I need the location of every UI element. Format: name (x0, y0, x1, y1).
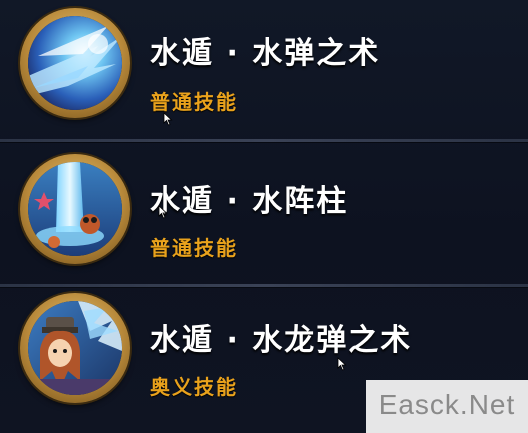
skill-row-water-bullet[interactable]: 水遁 · 水弹之术 普通技能 (0, 0, 528, 140)
watermark-text: Easck.Net (378, 389, 516, 420)
skill-name: 水遁 · 水弹之术 (150, 36, 381, 71)
skill-type-label: 普通技能 (150, 90, 238, 114)
mouse-cursor-icon (158, 205, 168, 219)
mouse-cursor-icon (337, 357, 347, 371)
skill-type-label: 奥义技能 (150, 375, 238, 399)
skill-name: 水遁 · 水阵柱 (150, 184, 349, 219)
site-watermark: Easck.Net (366, 380, 528, 433)
skill-icon-frame[interactable] (20, 293, 130, 403)
water-pillar-icon (28, 162, 122, 256)
mouse-cursor-icon (163, 112, 173, 126)
skill-icon-frame[interactable] (20, 8, 130, 118)
skill-icon-frame[interactable] (20, 154, 130, 264)
skill-row-water-pillar[interactable]: 水遁 · 水阵柱 普通技能 (0, 142, 528, 282)
skill-type-label: 普通技能 (150, 236, 238, 260)
water-dragon-icon (28, 301, 122, 395)
skill-name: 水遁 · 水龙弹之术 (150, 323, 413, 358)
water-bullet-icon (28, 16, 122, 110)
skill-list-panel: 水遁 · 水弹之术 普通技能 水遁 · 水阵柱 普通技能 水遁 · 水龙弹之术 … (0, 0, 528, 433)
